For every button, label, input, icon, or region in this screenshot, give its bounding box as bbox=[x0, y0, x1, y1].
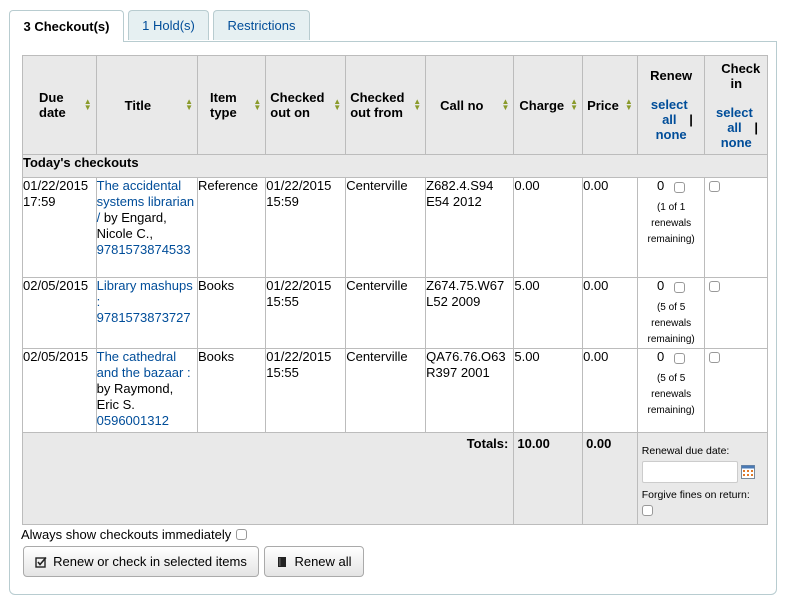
renew-note: (5 of 5 renewals remaining) bbox=[647, 373, 695, 416]
price-cell: 0.00 bbox=[582, 177, 638, 278]
checkouts-table: Due date ▲ ▼ Title ▲ ▼ Item type ▲ ▼ Checke… bbox=[21, 55, 769, 525]
sort-icon: ▲ ▼ bbox=[624, 97, 633, 112]
charge-cell: 5.00 bbox=[513, 348, 584, 433]
due-date-cell: 02/05/2015 bbox=[22, 277, 97, 349]
col-renew: Renew select all | none bbox=[636, 55, 706, 155]
author: by Engard, Nicole C., bbox=[96, 210, 167, 241]
due-date-cell: 01/22/2015 17:59 bbox=[22, 177, 97, 278]
sort-icon: ▲ ▼ bbox=[253, 97, 262, 112]
checkin-cell bbox=[704, 177, 768, 278]
checkin-checkbox[interactable] bbox=[709, 352, 721, 364]
col-title[interactable]: Title ▲ ▼ bbox=[95, 55, 199, 155]
forgive-fines-label: Forgive fines on return: bbox=[641, 489, 750, 501]
call-no-cell: Z682.4.S94 E54 2012 bbox=[425, 177, 515, 278]
renew-checkbox[interactable] bbox=[674, 181, 686, 193]
checked-out-from-cell: Centerville bbox=[345, 348, 427, 433]
renewal-due-date-input[interactable] bbox=[641, 461, 738, 483]
checkin-checkbox[interactable] bbox=[709, 281, 721, 293]
col-checked-out-on[interactable]: Checked out on ▲ ▼ bbox=[265, 55, 347, 155]
charge-cell: 5.00 bbox=[513, 277, 584, 349]
price-cell: 0.00 bbox=[582, 277, 638, 349]
col-price[interactable]: Price ▲ ▼ bbox=[582, 55, 638, 155]
call-no-cell: Z674.75.W67 L52 2009 bbox=[425, 277, 515, 349]
isbn-link[interactable]: 0596001312 bbox=[97, 413, 169, 428]
col-due-date[interactable]: Due date ▲ ▼ bbox=[22, 55, 97, 155]
renew-all-button[interactable]: Renew all bbox=[264, 546, 364, 577]
item-type-cell: Books bbox=[196, 348, 267, 433]
table-row: 02/05/2015 Library mashups : 97815738737… bbox=[22, 277, 768, 349]
checkouts-panel: Due date ▲ ▼ Title ▲ ▼ Item type ▲ ▼ Checke… bbox=[9, 41, 777, 595]
col-item-type[interactable]: Item type ▲ ▼ bbox=[196, 55, 267, 155]
renewal-due-label: Renewal due date: bbox=[641, 445, 730, 457]
title-cell: The accidental systems librarian / by En… bbox=[95, 177, 199, 278]
checked-out-on-cell: 01/22/2015 15:59 bbox=[265, 177, 347, 278]
sort-icon: ▲ ▼ bbox=[570, 97, 579, 112]
totals-price: 0.00 bbox=[582, 432, 638, 525]
renew-checkbox[interactable] bbox=[674, 281, 686, 293]
col-call-no[interactable]: Call no ▲ ▼ bbox=[425, 55, 515, 155]
tab-holds[interactable]: 1 Hold(s) bbox=[128, 10, 209, 40]
checked-out-from-cell: Centerville bbox=[345, 177, 427, 278]
charge-cell: 0.00 bbox=[513, 177, 584, 278]
renew-cell: 0 (1 of 1 renewals remaining) bbox=[636, 177, 706, 278]
sort-icon: ▲ ▼ bbox=[333, 97, 342, 112]
due-date-cell: 02/05/2015 bbox=[22, 348, 97, 433]
renew-select-all-link[interactable]: select all bbox=[649, 97, 689, 127]
group-header: Today's checkouts bbox=[22, 154, 768, 178]
checked-out-on-cell: 01/22/2015 15:55 bbox=[265, 277, 347, 349]
checkin-none-link[interactable]: none bbox=[705, 135, 767, 150]
table-row: 01/22/2015 17:59 The accidental systems … bbox=[22, 177, 768, 278]
totals-charge: 10.00 bbox=[513, 432, 584, 525]
title-link[interactable]: The cathedral and the bazaar : bbox=[97, 349, 191, 380]
check-square-icon bbox=[35, 556, 47, 568]
sort-icon: ▲ ▼ bbox=[185, 97, 193, 112]
totals-row: Totals: 10.00 0.00 Renewal due date: For… bbox=[21, 432, 769, 525]
totals-label: Totals: bbox=[21, 432, 515, 525]
checked-out-from-cell: Centerville bbox=[345, 277, 427, 349]
renew-checkbox[interactable] bbox=[674, 352, 686, 364]
always-show-row: Always show checkouts immediately bbox=[21, 527, 248, 542]
tab-checkouts[interactable]: 3 Checkout(s) bbox=[9, 10, 124, 42]
author: by Raymond, Eric S. bbox=[96, 381, 174, 412]
sort-icon: ▲ ▼ bbox=[83, 97, 92, 112]
sort-icon: ▲ ▼ bbox=[501, 97, 510, 112]
renew-or-checkin-button[interactable]: Renew or check in selected items bbox=[23, 546, 259, 577]
checkin-checkbox[interactable] bbox=[709, 181, 721, 193]
renewal-options: Renewal due date: Forgive fines on retur… bbox=[636, 432, 769, 525]
item-type-cell: Books bbox=[196, 277, 267, 349]
isbn-link[interactable]: 9781573874533 bbox=[97, 242, 191, 257]
col-check-in: Check in select all | none bbox=[704, 55, 768, 155]
sort-icon: ▲ ▼ bbox=[413, 97, 422, 112]
isbn-link[interactable]: 9781573873727 bbox=[97, 310, 191, 325]
checkin-cell bbox=[704, 348, 768, 433]
col-charge[interactable]: Charge ▲ ▼ bbox=[513, 55, 584, 155]
title-link[interactable]: Library mashups : bbox=[97, 278, 193, 309]
calendar-icon[interactable] bbox=[740, 465, 755, 479]
price-cell: 0.00 bbox=[582, 348, 638, 433]
title-cell: Library mashups : 9781573873727 bbox=[95, 277, 199, 349]
always-show-label: Always show checkouts immediately bbox=[21, 527, 232, 542]
renew-none-link[interactable]: none bbox=[638, 127, 705, 142]
always-show-checkbox[interactable] bbox=[236, 529, 248, 540]
item-type-cell: Reference bbox=[196, 177, 267, 278]
title-cell: The cathedral and the bazaar : by Raymon… bbox=[95, 348, 199, 433]
checked-out-on-cell: 01/22/2015 15:55 bbox=[265, 348, 347, 433]
renew-cell: 0 (5 of 5 renewals remaining) bbox=[636, 277, 706, 349]
col-checked-out-from[interactable]: Checked out from ▲ ▼ bbox=[345, 55, 427, 155]
book-icon bbox=[278, 556, 287, 567]
renew-note: (5 of 5 renewals remaining) bbox=[647, 302, 695, 345]
forgive-fines-checkbox[interactable] bbox=[641, 505, 653, 516]
checkin-select-all-link[interactable]: select all bbox=[714, 105, 754, 135]
table-row: 02/05/2015 The cathedral and the bazaar … bbox=[22, 348, 768, 433]
call-no-cell: QA76.76.O63 R397 2001 bbox=[425, 348, 515, 433]
renew-cell: 0 (5 of 5 renewals remaining) bbox=[636, 348, 706, 433]
tab-restrictions[interactable]: Restrictions bbox=[213, 10, 310, 40]
checkin-cell bbox=[704, 277, 768, 349]
renew-note: (1 of 1 renewals remaining) bbox=[647, 202, 695, 245]
